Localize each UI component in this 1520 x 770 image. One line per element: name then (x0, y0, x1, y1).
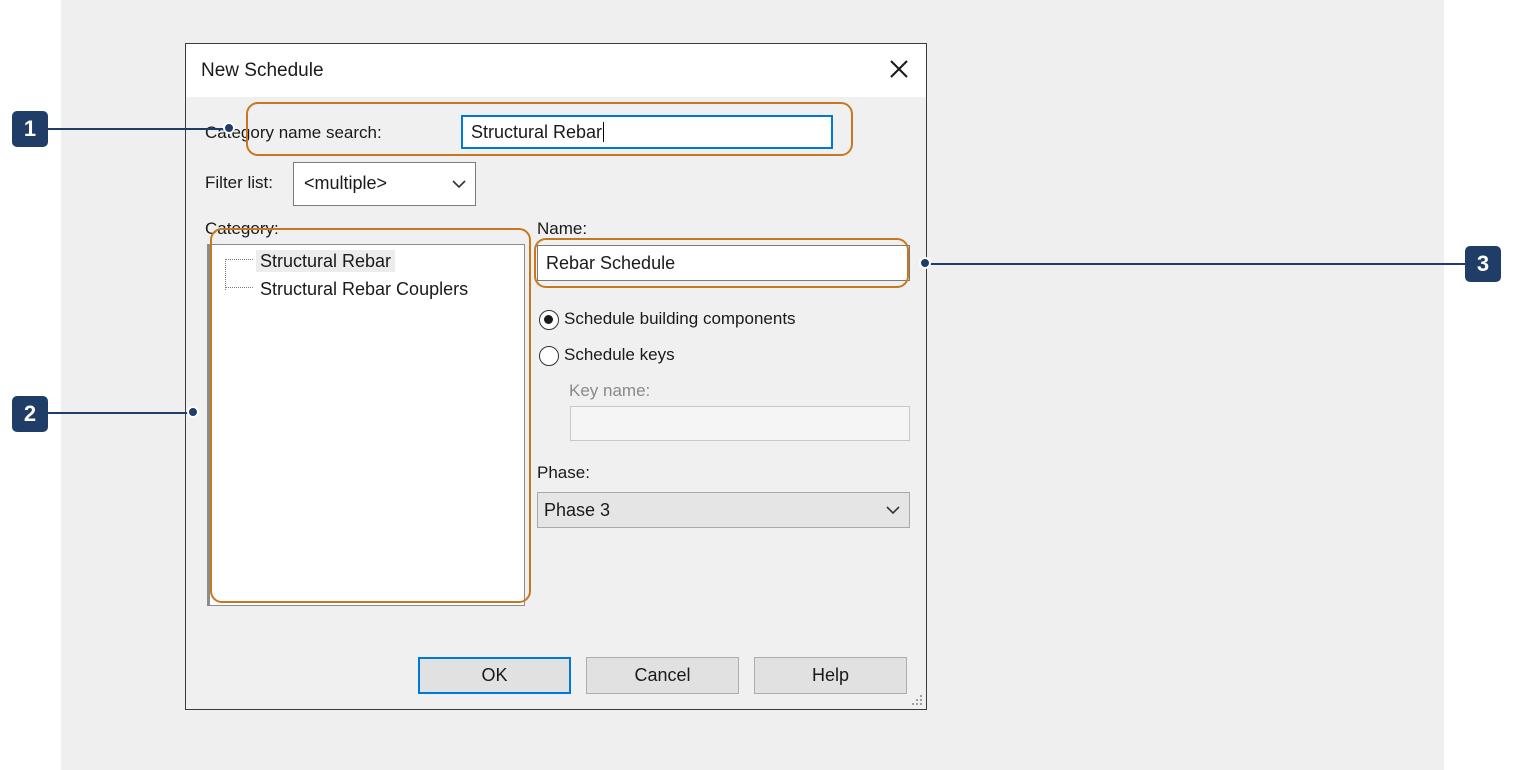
phase-value: Phase 3 (544, 500, 611, 520)
schedule-keys-radio[interactable] (539, 346, 559, 366)
new-schedule-dialog: New Schedule Category name search: Struc… (185, 43, 927, 710)
filter-list-label: Filter list: (205, 173, 273, 192)
chevron-down-icon (452, 180, 466, 189)
tree-branch-line (225, 287, 253, 289)
resize-grip-icon[interactable] (911, 694, 923, 706)
schedule-components-radio[interactable] (539, 310, 559, 330)
chevron-down-icon (886, 506, 900, 515)
callout-3-dot (919, 257, 931, 269)
schedule-components-label[interactable]: Schedule building components (564, 309, 796, 329)
title-bar: New Schedule (186, 44, 926, 97)
tree-item-label: Structural Rebar (256, 250, 396, 272)
category-search-input[interactable]: Structural Rebar (461, 115, 833, 149)
schedule-keys-label[interactable]: Schedule keys (564, 345, 675, 365)
callout-2-dot (187, 406, 199, 418)
tree-item-label: Structural Rebar Couplers (260, 279, 469, 299)
callout-badge-2: 2 (12, 396, 48, 432)
category-tree[interactable]: Structural Rebar Structural Rebar Couple… (207, 244, 525, 606)
filter-list-dropdown[interactable]: <multiple> (293, 162, 476, 206)
dialog-title: New Schedule (201, 60, 324, 81)
callout-badge-1: 1 (12, 111, 48, 147)
cancel-button[interactable]: Cancel (586, 657, 739, 694)
tree-item-structural-rebar[interactable]: Structural Rebar (225, 250, 396, 277)
category-label: Category: (205, 219, 279, 238)
close-icon[interactable] (886, 56, 912, 82)
name-label: Name: (537, 219, 588, 238)
phase-dropdown[interactable]: Phase 3 (537, 492, 910, 528)
key-name-input (570, 406, 910, 441)
name-input[interactable]: Rebar Schedule (537, 245, 910, 281)
name-value: Rebar Schedule (546, 253, 676, 273)
ok-button[interactable]: OK (418, 657, 571, 694)
key-name-label: Key name: (569, 381, 651, 400)
callout-badge-3: 3 (1465, 246, 1501, 282)
category-search-value: Structural Rebar (471, 122, 603, 142)
callout-2-line (46, 412, 194, 414)
text-caret (603, 122, 605, 142)
filter-list-value: <multiple> (304, 173, 388, 193)
callout-1-dot (223, 122, 235, 134)
tree-item-structural-rebar-couplers[interactable]: Structural Rebar Couplers (225, 279, 472, 305)
tree-branch-line (225, 259, 253, 261)
phase-label: Phase: (537, 463, 590, 482)
help-button[interactable]: Help (754, 657, 907, 694)
callout-1-line (46, 128, 230, 130)
callout-3-line (926, 263, 1470, 265)
